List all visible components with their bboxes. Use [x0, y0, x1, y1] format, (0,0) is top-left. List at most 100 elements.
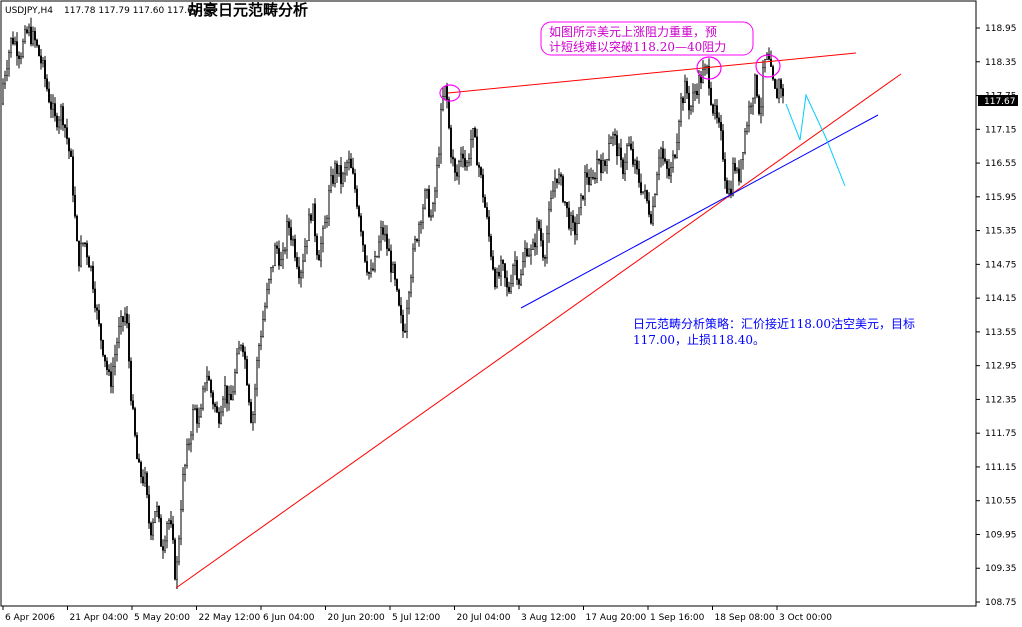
- candle-body: [356, 188, 358, 207]
- candle-body: [436, 165, 438, 192]
- x-tick-label: 20 Jul 04:00: [457, 613, 511, 623]
- candle-body: [606, 159, 608, 166]
- candle-body: [672, 154, 674, 168]
- candle-body: [574, 222, 576, 235]
- candle-body: [188, 443, 190, 446]
- candle-body: [638, 168, 640, 183]
- candle-body: [282, 250, 284, 260]
- candle-body: [668, 168, 670, 177]
- candle-body: [430, 215, 432, 218]
- candle-body: [728, 188, 730, 194]
- candle-body: [236, 353, 238, 373]
- candle-body: [510, 283, 512, 292]
- candle-body: [720, 122, 722, 131]
- candle-body: [158, 506, 160, 519]
- candle-body: [186, 444, 188, 466]
- candle-body: [466, 162, 468, 167]
- candle-body: [780, 79, 782, 89]
- candle-body: [274, 245, 276, 267]
- candle-body: [140, 462, 142, 478]
- candle-body: [344, 167, 346, 175]
- candle-body: [506, 277, 508, 288]
- candle-body: [114, 354, 116, 367]
- candle-body: [2, 83, 4, 105]
- candle-body: [76, 215, 78, 242]
- candle-body: [502, 260, 504, 264]
- candle-body: [196, 408, 198, 424]
- candle-body: [538, 221, 540, 229]
- candle-body: [650, 214, 652, 224]
- candle-body: [66, 127, 68, 139]
- candle-body: [414, 239, 416, 250]
- candle-body: [266, 289, 268, 307]
- candle-body: [22, 41, 24, 57]
- candle-body: [192, 409, 194, 436]
- candle-body: [584, 172, 586, 200]
- y-tick-label: 111.75: [985, 429, 1017, 439]
- candle-body: [462, 153, 464, 159]
- candle-body: [254, 388, 256, 415]
- candle-body: [460, 153, 462, 162]
- y-tick-label: 113.55: [985, 328, 1017, 338]
- candle-body: [210, 380, 212, 393]
- candle-body: [594, 177, 596, 180]
- candle-body: [410, 277, 412, 294]
- candle-body: [418, 223, 420, 242]
- y-tick-label: 118.35: [985, 58, 1017, 68]
- candle-body: [544, 257, 546, 259]
- candle-body: [160, 517, 162, 547]
- candle-body: [702, 69, 704, 83]
- candle-body: [120, 316, 122, 327]
- candle-body: [512, 265, 514, 284]
- candle-body: [328, 190, 330, 219]
- candle-body: [448, 99, 450, 129]
- usdjpy-h4-chart: USDJPY,H4 117.78 117.79 117.60 117.67 胡豪…: [0, 0, 1018, 623]
- candle-body: [82, 242, 84, 245]
- y-tick-label: 115.35: [985, 227, 1017, 237]
- candle-body: [322, 228, 324, 244]
- candle-body: [122, 316, 124, 323]
- candle-body: [338, 165, 340, 174]
- strategy-note-line2: 117.00，止损118.40。: [633, 333, 765, 347]
- candle-body: [112, 366, 114, 387]
- candle-body: [238, 347, 240, 355]
- candle-body: [314, 203, 316, 237]
- candle-body: [666, 161, 668, 169]
- y-tick-label: 115.95: [985, 193, 1017, 203]
- candle-body: [80, 243, 82, 267]
- candle-body: [298, 266, 300, 279]
- candle-body: [524, 248, 526, 262]
- candle-body: [592, 177, 594, 179]
- candle-body: [520, 274, 522, 285]
- candle-body: [778, 79, 780, 99]
- candle-body: [290, 227, 292, 241]
- candle-body: [124, 313, 126, 323]
- candle-body: [12, 37, 14, 45]
- candle-body: [626, 145, 628, 163]
- y-tick-label: 117.15: [985, 125, 1017, 135]
- candle-body: [8, 52, 10, 70]
- candle-body: [532, 242, 534, 250]
- candle-body: [586, 172, 588, 178]
- candle-body: [142, 476, 144, 484]
- candle-body: [148, 494, 150, 524]
- candle-body: [744, 131, 746, 153]
- plot-frame: [0, 0, 977, 607]
- candle-body: [426, 189, 428, 191]
- candle-body: [346, 162, 348, 168]
- candle-body: [84, 242, 86, 245]
- candle-body: [654, 194, 656, 207]
- candle-body: [116, 342, 118, 355]
- y-tick-label: 111.15: [985, 463, 1017, 473]
- candle-body: [634, 160, 636, 165]
- candle-body: [134, 408, 136, 436]
- candle-body: [88, 256, 90, 268]
- candle-body: [708, 66, 710, 89]
- candle-body: [610, 137, 612, 144]
- candle-body: [316, 235, 318, 256]
- candle-body: [126, 313, 128, 324]
- x-tick-label: 3 Aug 12:00: [521, 613, 576, 623]
- candle-body: [476, 136, 478, 166]
- candle-body: [306, 240, 308, 247]
- candle-body: [334, 163, 336, 184]
